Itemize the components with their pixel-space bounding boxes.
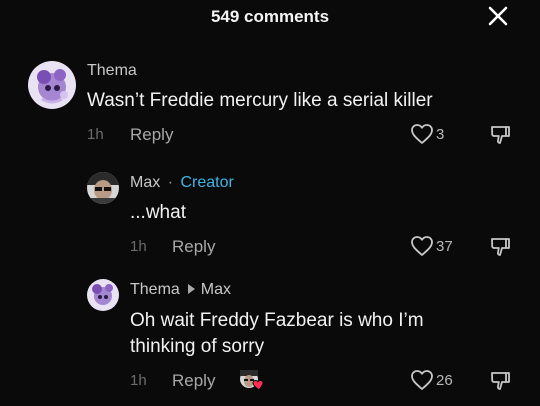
like-button[interactable]: 3 bbox=[410, 123, 444, 145]
avatar[interactable] bbox=[87, 279, 119, 311]
close-icon bbox=[488, 6, 508, 26]
like-count: 37 bbox=[436, 237, 453, 255]
dislike-button[interactable] bbox=[489, 370, 511, 392]
comment-text-line-2: thinking of sorry bbox=[130, 336, 265, 357]
comments-header: 549 comments bbox=[0, 0, 540, 34]
reply-to-name: Max bbox=[200, 281, 232, 298]
like-count: 26 bbox=[436, 371, 453, 389]
liked-by-creator-icon bbox=[240, 370, 264, 391]
creator-badge: Creator bbox=[180, 174, 234, 191]
heart-outline-icon bbox=[411, 236, 433, 256]
heart-outline-icon bbox=[411, 370, 433, 390]
comment-time: 1h bbox=[87, 126, 104, 143]
dislike-icon bbox=[491, 238, 510, 256]
close-button[interactable] bbox=[486, 4, 510, 28]
comment-time: 1h bbox=[130, 238, 147, 255]
comment-author[interactable]: Thema bbox=[87, 62, 137, 80]
dislike-icon bbox=[491, 372, 510, 390]
comment-time: 1h bbox=[130, 372, 147, 389]
liked-by-creator-badge bbox=[238, 368, 268, 392]
avatar[interactable] bbox=[28, 61, 76, 109]
like-count: 3 bbox=[436, 125, 445, 143]
reply-button[interactable]: Reply bbox=[172, 371, 215, 391]
dislike-icon bbox=[491, 126, 510, 144]
comment-author[interactable]: Thema Max bbox=[130, 281, 231, 299]
comment-text: ...what bbox=[130, 202, 186, 223]
dislike-button[interactable] bbox=[489, 236, 511, 258]
comment-author[interactable]: Max · Creator bbox=[130, 174, 234, 192]
reply-arrow-icon bbox=[187, 284, 195, 295]
avatar[interactable] bbox=[87, 172, 119, 204]
dislike-button[interactable] bbox=[489, 124, 511, 146]
reply-button[interactable]: Reply bbox=[130, 125, 173, 145]
like-button[interactable]: 37 bbox=[410, 235, 453, 257]
comment-text-line-1: Oh wait Freddy Fazbear is who I’m bbox=[130, 310, 424, 331]
reply-button[interactable]: Reply bbox=[172, 237, 215, 257]
comment-text: Wasn’t Freddie mercury like a serial kil… bbox=[87, 90, 433, 111]
comments-count-title: 549 comments bbox=[210, 7, 330, 26]
like-button[interactable]: 26 bbox=[410, 369, 453, 391]
heart-outline-icon bbox=[411, 124, 433, 144]
name-separator: · bbox=[167, 174, 174, 191]
